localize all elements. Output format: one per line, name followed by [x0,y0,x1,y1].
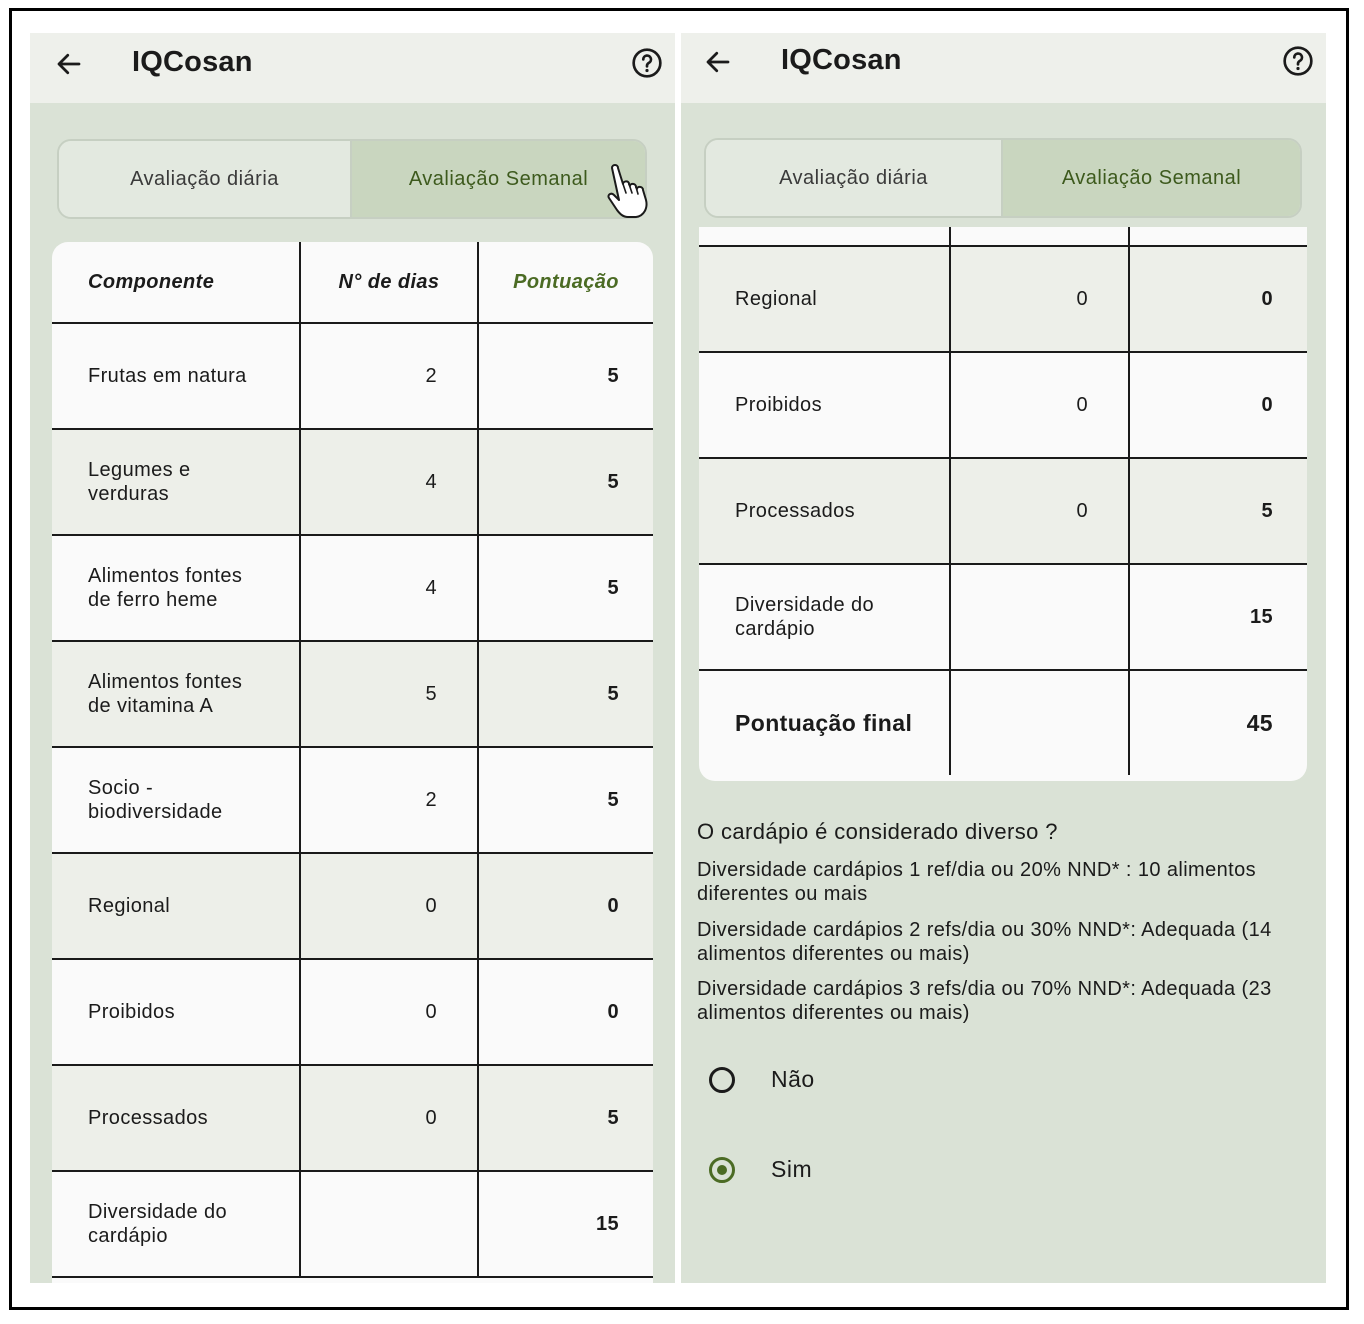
row-days [950,670,1130,775]
row-days: 0 [950,246,1130,353]
score-table-card: Componente N° de dias Pontuação Frutas e… [52,242,653,1283]
row-score: 5 [478,641,653,748]
evaluation-tabs: Avaliação diária Avaliação Semanal [57,139,647,219]
row-days: 0 [950,352,1130,459]
row-component: Regional [52,853,301,960]
final-score-value: 45 [1246,709,1273,736]
row-component: Socio -biodiversidade [52,747,301,854]
table-row: Processados 0 5 [699,458,1307,565]
table-row: Regional 0 0 [699,246,1307,353]
tab-weekly[interactable]: Avaliação Semanal [352,141,645,217]
table-row [699,227,1307,247]
diversity-note: Diversidade cardápios 1 ref/dia ou 20% N… [697,859,1257,905]
row-days: 4 [300,429,479,536]
table-row: Diversidade do cardápio 15 [52,1171,653,1278]
radio-option-nao[interactable]: Não [709,1066,815,1093]
row-days [950,564,1130,671]
evaluation-tabs: Avaliação diária Avaliação Semanal [704,138,1302,218]
app-bar: IQCosan [681,33,1326,103]
row-days [950,227,1130,247]
row-days: 2 [300,747,479,854]
app-title: IQCosan [781,44,902,76]
row-score: 5 [478,747,653,854]
row-component: Proibidos [699,352,951,459]
row-component: Diversidade do cardápio [52,1171,301,1278]
tab-weekly[interactable]: Avaliação Semanal [1003,140,1300,216]
score-table: Componente N° de dias Pontuação Frutas e… [52,242,653,1278]
row-days: 0 [300,853,479,960]
diversity-question: O cardápio é considerado diverso ? [697,819,1058,844]
row-score: 0 [478,853,653,960]
table-row: Proibidos 0 0 [699,352,1307,459]
app-bar: IQCosan [30,33,675,103]
table-row: Alimentos fontes de ferro heme 4 5 [52,535,653,642]
score-table: Regional 0 0 Proibidos 0 0 Processados 0… [699,227,1307,775]
row-score: 0 [1129,246,1307,353]
screen-weekly-bottom: IQCosan Avaliação diária Avaliação Seman… [681,33,1326,1283]
arrow-left-icon[interactable] [703,47,733,77]
row-component: Processados [699,458,951,565]
final-score-label: Pontuação final [699,670,951,775]
row-component: Proibidos [52,959,301,1066]
row-score: 5 [478,323,653,430]
help-circle-icon[interactable] [1282,45,1314,77]
diversity-note: Diversidade cardápios 2 refs/dia ou 30% … [697,919,1272,965]
table-row: Processados 0 5 [52,1065,653,1172]
row-days: 0 [300,959,479,1066]
row-component: Legumes e verduras [52,429,301,536]
table-row: Regional 0 0 [52,853,653,960]
radio-option-sim[interactable]: Sim [709,1156,812,1183]
row-score: 5 [478,429,653,536]
row-score: 5 [478,535,653,642]
row-score: 5 [478,1065,653,1172]
row-component: Processados [52,1065,301,1172]
row-days: 0 [950,458,1130,565]
radio-label: Não [771,1066,815,1092]
final-score-row: Pontuação final 45 [699,670,1307,775]
row-component: Alimentos fontes de ferro heme [52,535,301,642]
row-component: Frutas em natura [52,323,301,430]
row-score: 5 [1129,458,1307,565]
radio-button-unselected[interactable] [709,1066,735,1093]
score-table-card: Regional 0 0 Proibidos 0 0 Processados 0… [699,227,1307,781]
row-score: 0 [478,959,653,1066]
radio-label: Sim [771,1156,813,1182]
header-component: Componente [52,242,301,324]
row-days: 2 [300,323,479,430]
row-days: 4 [300,535,479,642]
app-title: IQCosan [132,46,253,78]
row-score: 15 [478,1171,653,1278]
table-row: Diversidade do cardápio 15 [699,564,1307,671]
row-score: 15 [1129,564,1307,671]
row-score: 0 [1129,352,1307,459]
row-component [699,227,951,247]
tab-daily[interactable]: Avaliação diária [59,141,352,217]
table-row: Frutas em natura 2 5 [52,323,653,430]
hand-pointer-icon [607,164,648,218]
table-row: Legumes e verduras 4 5 [52,429,653,536]
row-component: Diversidade do cardápio [699,564,951,671]
row-component: Regional [699,246,951,353]
row-score [1129,227,1307,247]
screen-weekly-top: IQCosan Avaliação diária Avaliação Seman… [30,33,675,1283]
diversity-note: Diversidade cardápios 3 refs/dia ou 70% … [697,978,1272,1024]
row-days: 0 [300,1065,479,1172]
arrow-left-icon[interactable] [54,49,84,79]
row-days [300,1171,479,1278]
radio-button-selected[interactable] [709,1156,735,1183]
table-row: Socio -biodiversidade 2 5 [52,747,653,854]
help-circle-icon[interactable] [631,47,663,79]
table-header-row: Componente N° de dias Pontuação [52,242,653,324]
header-days: N° de dias [300,242,479,324]
row-days: 5 [300,641,479,748]
table-row: Proibidos 0 0 [52,959,653,1066]
header-score: Pontuação [478,242,653,324]
tab-daily[interactable]: Avaliação diária [706,140,1003,216]
table-row: Alimentos fontes de vitamina A 5 5 [52,641,653,748]
row-component: Alimentos fontes de vitamina A [52,641,301,748]
